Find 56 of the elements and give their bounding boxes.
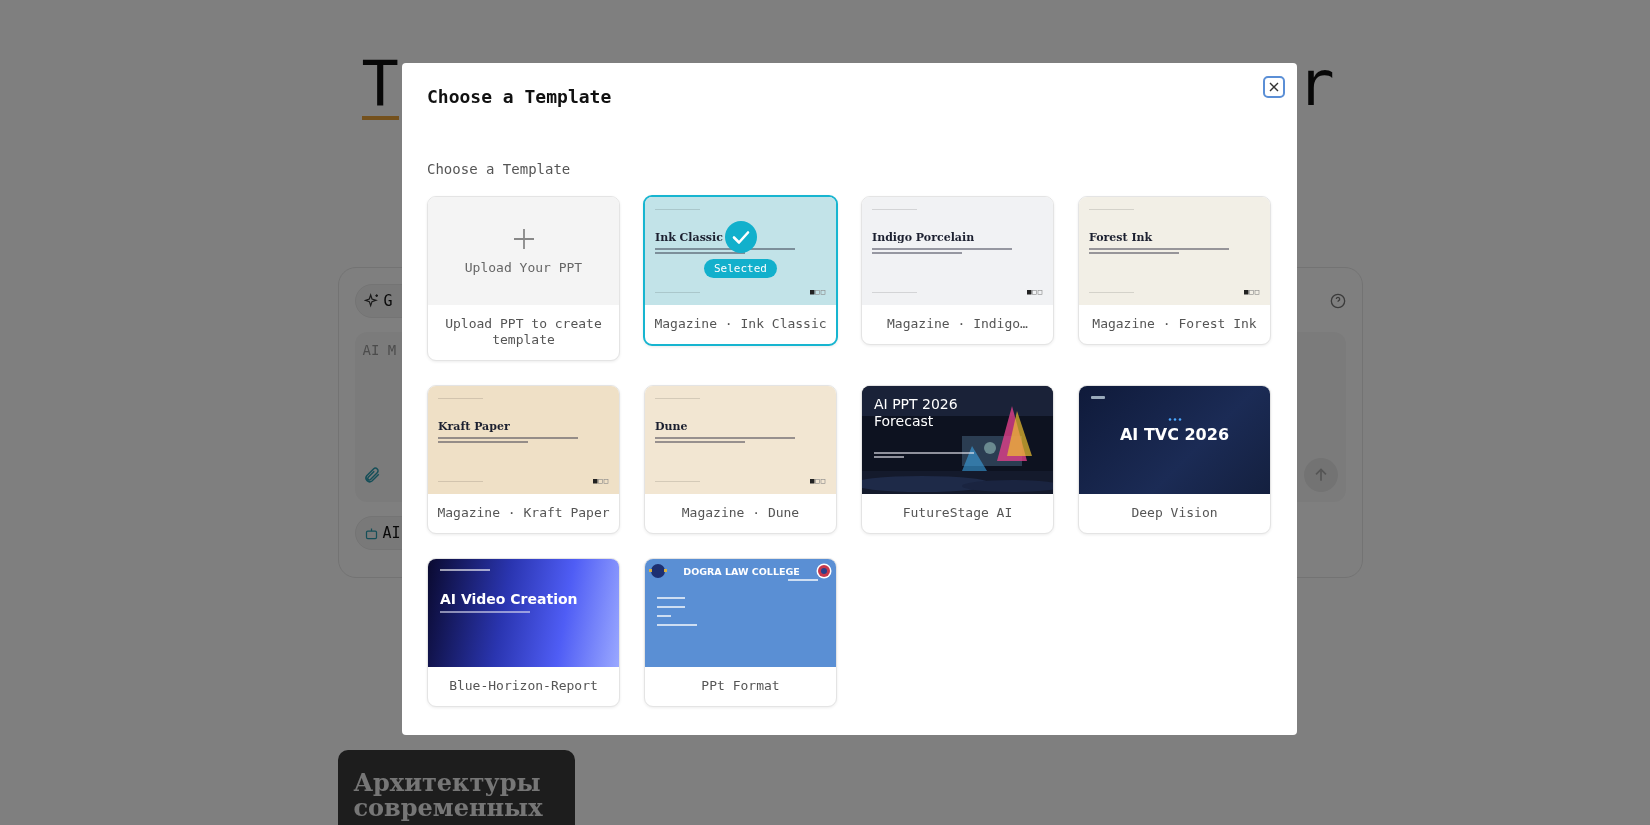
slide-title: Forest Ink [1089,231,1154,244]
template-card[interactable]: AI TVC 2026 Deep Vision [1078,385,1271,534]
page-dots-icon [1244,290,1260,295]
plus-icon [512,227,535,250]
field-lines [657,597,697,626]
check-icon [724,221,757,253]
slide-title: AI TVC 2026 [1118,425,1230,444]
template-name: Magazine · Forest Ink [1091,315,1258,333]
dots-icon [1167,418,1182,421]
close-icon [1269,82,1279,92]
header-line [440,569,490,571]
template-name: Magazine · Kraft Paper [436,504,611,522]
page-dots-icon [1027,290,1043,295]
template-name: FutureStage AI [901,504,1014,522]
close-button[interactable] [1263,76,1285,98]
page-dots-icon [810,290,826,295]
subtitle-line [788,579,818,581]
template-card[interactable]: Ink Classic Selected Magazine · Ink Classic [643,195,838,346]
dialog-title: Choose a Template [427,85,612,109]
page-dots-icon [810,479,826,484]
template-card[interactable]: Dune Magazine · Dune [644,385,837,534]
arrow-up-icon [1314,468,1327,482]
template-card[interactable]: AI PPT 2026 Forecast FutureStage AI [861,385,1054,534]
template-name: Deep Vision [1130,504,1219,522]
slide-title: Dune [655,420,689,433]
template-name: Magazine · Indigo… [886,315,1029,333]
template-name: Magazine · Dune [680,504,801,522]
slide-title: AI PPT 2026 Forecast [874,396,959,430]
page-heading: r [1297,52,1335,120]
page-dots-icon [593,479,609,484]
logo-icon [1091,396,1105,400]
paperclip-icon [362,466,381,484]
seal-icon [816,563,832,579]
selected-badge: Selected [704,259,777,278]
sparkle-icon [363,293,380,309]
slide-title: Ink Classic [655,231,724,244]
help-icon [1329,293,1346,309]
template-name: Blue-Horizon-Report [448,677,599,695]
section-title: Choose a Template [427,160,572,179]
template-name: PPt Format [700,677,781,695]
template-card[interactable]: DOGRA LAW COLLEGE PPt Format [644,558,837,707]
slide-title: AI Video Creation [440,591,579,607]
template-card[interactable]: AI Video Creation Blue-Horizon-Report [427,558,620,707]
template-name: Magazine · Ink Classic [653,315,828,333]
slide-title: Kraft Paper [438,420,511,433]
emblem-icon [649,563,667,579]
page-heading: T [361,52,399,120]
template-card[interactable]: Indigo Porcelain Magazine · Indigo… [861,196,1054,345]
template-card[interactable]: Upload Your PPT Upload PPT to create template [427,196,620,361]
template-name: Upload PPT to create template [444,315,603,349]
deck-title: Архитектуры современных [353,770,544,820]
slide-title: Indigo Porcelain [872,231,976,244]
slide-title: DOGRA LAW COLLEGE [683,565,800,577]
template-card[interactable]: Forest Ink Magazine · Forest Ink [1078,196,1271,345]
upload-text: Upload Your PPT [464,259,583,275]
template-card[interactable]: Kraft Paper Magazine · Kraft Paper [427,385,620,534]
